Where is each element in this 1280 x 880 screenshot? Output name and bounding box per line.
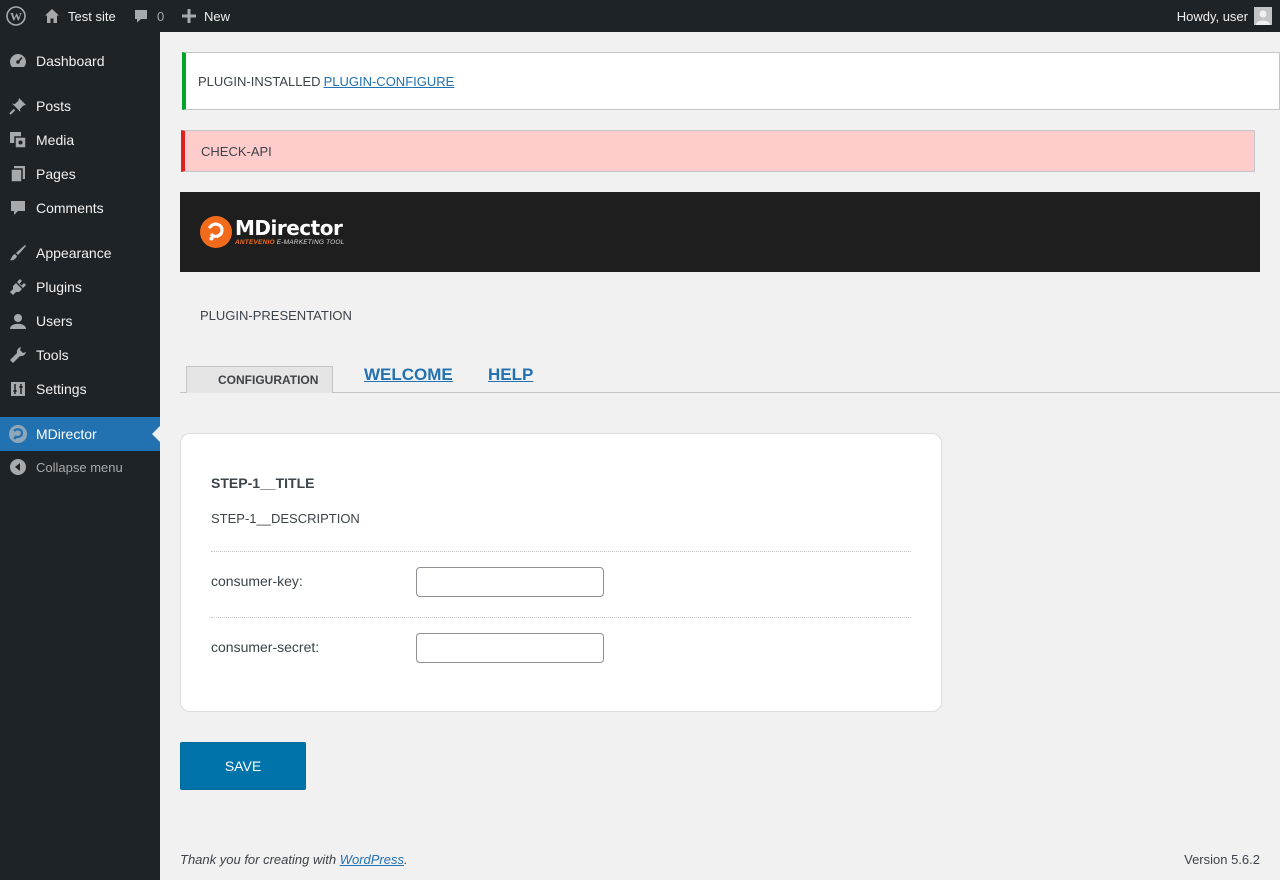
sidebar-item-label: Pages bbox=[36, 166, 76, 182]
media-icon bbox=[0, 131, 36, 149]
collapse-menu-label: Collapse menu bbox=[36, 459, 123, 475]
error-notice-text: CHECK-API bbox=[201, 143, 272, 159]
collapse-arrow-icon bbox=[0, 458, 36, 476]
sidebar-item-posts[interactable]: Posts bbox=[0, 89, 160, 123]
brand-tagline-company: ANTEVENIO bbox=[235, 239, 275, 246]
footer-version: Version 5.6.2 bbox=[1184, 852, 1260, 867]
sidebar-item-dashboard[interactable]: Dashboard bbox=[0, 44, 160, 78]
wordpress-link[interactable]: WordPress bbox=[340, 852, 404, 867]
brand-name: MDirector bbox=[235, 216, 343, 240]
error-notice: CHECK-API bbox=[181, 130, 1255, 172]
site-name-label: Test site bbox=[68, 8, 116, 24]
dashboard-icon bbox=[0, 52, 36, 70]
wordpress-logo-icon[interactable]: W bbox=[6, 0, 28, 32]
sidebar-item-appearance[interactable]: Appearance bbox=[0, 236, 160, 270]
mdirector-icon bbox=[0, 424, 36, 444]
step-description: STEP-1__DESCRIPTION bbox=[211, 511, 360, 526]
comment-bubble-icon bbox=[135, 10, 147, 23]
configuration-card: STEP-1__TITLE STEP-1__DESCRIPTION consum… bbox=[180, 433, 942, 712]
sidebar-item-settings[interactable]: Settings bbox=[0, 372, 160, 406]
plugin-configure-link[interactable]: PLUGIN-CONFIGURE bbox=[324, 74, 455, 89]
sidebar-item-label: Comments bbox=[36, 200, 104, 216]
success-notice-text: PLUGIN-INSTALLED bbox=[198, 73, 321, 89]
consumer-key-input[interactable] bbox=[416, 567, 604, 597]
admin-sidebar: Dashboard Posts Media Pages Comments App… bbox=[0, 32, 160, 880]
sidebar-item-label: Tools bbox=[36, 347, 69, 363]
sidebar-item-label: Users bbox=[36, 313, 73, 329]
comments-link[interactable]: 0 bbox=[133, 0, 164, 32]
admin-bar: W Test site 0 New Howdy, user bbox=[0, 0, 1280, 32]
sidebar-item-label: Appearance bbox=[36, 245, 112, 261]
home-icon bbox=[45, 9, 59, 23]
sidebar-item-label: Dashboard bbox=[36, 53, 105, 69]
footer-thanks-prefix: Thank you for creating with bbox=[180, 852, 340, 867]
comments-count: 0 bbox=[157, 8, 165, 24]
brand-tagline: ANTEVENIO E-MARKETING TOOL bbox=[235, 239, 344, 247]
consumer-secret-input[interactable] bbox=[416, 633, 604, 663]
howdy-label: Howdy, user bbox=[1176, 8, 1248, 24]
site-name-link[interactable]: Test site bbox=[44, 0, 116, 32]
tab-welcome[interactable]: WELCOME bbox=[364, 365, 453, 385]
sidebar-item-comments[interactable]: Comments bbox=[0, 191, 160, 225]
consumer-key-label: consumer-key: bbox=[211, 573, 303, 589]
consumer-secret-label: consumer-secret: bbox=[211, 639, 320, 655]
sidebar-item-plugins[interactable]: Plugins bbox=[0, 270, 160, 304]
brand-tagline-rest: E-MARKETING TOOL bbox=[276, 239, 345, 246]
tab-configuration[interactable]: CONFIGURATION bbox=[186, 366, 333, 393]
sidebar-item-users[interactable]: Users bbox=[0, 304, 160, 338]
new-content-link[interactable]: New bbox=[182, 0, 230, 32]
sidebar-item-label: Settings bbox=[36, 381, 87, 397]
pushpin-icon bbox=[0, 97, 36, 115]
divider bbox=[211, 617, 911, 618]
brand-banner: MDirector ANTEVENIO E-MARKETING TOOL bbox=[180, 192, 1260, 272]
paintbrush-icon bbox=[0, 244, 36, 262]
collapse-menu-button[interactable]: Collapse menu bbox=[0, 450, 160, 484]
tab-help[interactable]: HELP bbox=[488, 365, 533, 385]
mdirector-logo: MDirector ANTEVENIO E-MARKETING TOOL bbox=[200, 216, 344, 248]
sidebar-item-mdirector[interactable]: MDirector bbox=[0, 417, 160, 451]
sidebar-item-media[interactable]: Media bbox=[0, 123, 160, 157]
sidebar-item-label: MDirector bbox=[36, 426, 97, 442]
sidebar-item-label: Plugins bbox=[36, 279, 82, 295]
mdirector-logo-icon bbox=[200, 216, 232, 248]
step-title: STEP-1__TITLE bbox=[211, 475, 315, 491]
settings-icon bbox=[0, 380, 36, 398]
footer-thanks-suffix: . bbox=[404, 852, 408, 867]
footer-thanks: Thank you for creating with WordPress. bbox=[180, 852, 408, 867]
success-notice: PLUGIN-INSTALLED PLUGIN-CONFIGURE bbox=[182, 52, 1280, 110]
pages-icon bbox=[0, 165, 36, 183]
wrench-icon bbox=[0, 346, 36, 364]
divider bbox=[211, 551, 911, 552]
sidebar-item-label: Media bbox=[36, 132, 75, 148]
comment-icon bbox=[0, 199, 36, 217]
svg-text:W: W bbox=[10, 10, 22, 24]
plugin-presentation-text: PLUGIN-PRESENTATION bbox=[200, 308, 352, 323]
plus-icon bbox=[182, 9, 196, 23]
save-button[interactable]: SAVE bbox=[180, 742, 306, 790]
main-content: PLUGIN-INSTALLED PLUGIN-CONFIGURE CHECK-… bbox=[160, 32, 1280, 880]
user-icon bbox=[0, 312, 36, 330]
sidebar-item-tools[interactable]: Tools bbox=[0, 338, 160, 372]
avatar bbox=[1254, 7, 1272, 25]
tab-bar: CONFIGURATION WELCOME HELP bbox=[180, 362, 1280, 393]
sidebar-item-pages[interactable]: Pages bbox=[0, 157, 160, 191]
sidebar-item-label: Posts bbox=[36, 98, 72, 114]
account-menu[interactable]: Howdy, user bbox=[1177, 0, 1272, 32]
plugin-icon bbox=[0, 278, 36, 296]
new-label: New bbox=[204, 8, 231, 24]
